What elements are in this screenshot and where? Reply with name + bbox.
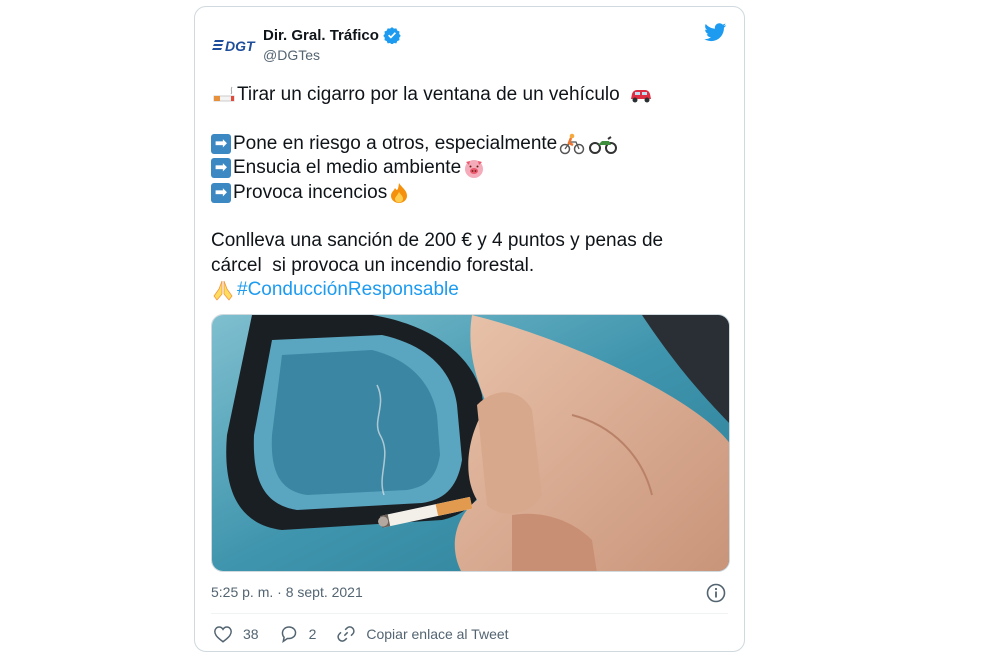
tweet-line-5-text: Conlleva una sanción de 200 € y 4 puntos…: [211, 230, 664, 251]
tweet-text: Tirar un cigarro por la ventana de un ve…: [211, 83, 731, 303]
tweet-line-3-text: Ensucia el medio ambiente: [233, 157, 462, 178]
copy-link-label: Copiar enlace al Tweet: [366, 626, 509, 642]
action-divider: [211, 613, 728, 614]
tweet-line-4: ➡ Provoca incencios: [211, 181, 731, 206]
arrow-right-icon: ➡: [211, 182, 231, 203]
tweet-line-6: cárcel si provoca un incendio forestal.: [211, 254, 731, 279]
author-handle[interactable]: @DGTes: [263, 47, 320, 63]
author-avatar[interactable]: DGT: [211, 21, 257, 67]
tweet-line-6-text: cárcel si provoca un incendio forestal.: [211, 254, 535, 276]
arrow-right-icon: ➡: [211, 158, 231, 179]
reply-icon: [281, 626, 296, 643]
car-icon: [630, 90, 651, 103]
tweet-line-1: Tirar un cigarro por la ventana de un ve…: [211, 83, 731, 108]
twitter-bird-link[interactable]: [703, 21, 728, 48]
dgt-logo-text: DGT: [225, 38, 256, 54]
copy-link-button[interactable]: Copiar enlace al Tweet: [336, 624, 509, 644]
author-name[interactable]: Dir. Gral. Tráfico: [263, 27, 379, 44]
dgt-logo-icon: DGT: [212, 38, 256, 54]
reply-button[interactable]: 2: [279, 625, 317, 643]
tweet-line-1-text: Tirar un cigarro por la ventana de un ve…: [237, 84, 620, 105]
tweet-line-3: ➡ Ensucia el medio ambiente: [211, 156, 731, 181]
info-icon: [706, 583, 726, 603]
tweet-line-5: Conlleva una sanción de 200 € y 4 puntos…: [211, 229, 731, 254]
tweet-media-image[interactable]: [211, 314, 730, 572]
tweet-card: DGT Dir. Gral. Tráfico @DGTes Tirar un c…: [194, 6, 745, 652]
tweet-timestamp[interactable]: 5:25 p. m. · 8 sept. 2021: [211, 584, 363, 600]
verified-badge-icon: [383, 27, 401, 44]
cigarette-icon: [213, 86, 235, 102]
link-icon: [337, 626, 356, 642]
hashtag-link[interactable]: #ConducciónResponsable: [237, 278, 459, 303]
folded-hands-icon: [213, 281, 233, 301]
cyclist-icon: [560, 133, 585, 154]
fire-icon: [391, 182, 408, 203]
tweet-line-4-text: Provoca incencios: [233, 181, 388, 203]
like-count: 38: [243, 626, 259, 642]
tweet-line-2-text: Pone en riesgo a otros, especialmente: [233, 132, 558, 154]
author-name-row[interactable]: Dir. Gral. Tráfico: [263, 26, 401, 44]
twitter-bird-icon: [704, 23, 727, 42]
like-button[interactable]: 38: [213, 625, 259, 643]
tweet-line-2: ➡ Pone en riesgo a otros, especialmente: [211, 132, 731, 157]
arrow-right-icon: ➡: [211, 133, 231, 154]
motorcycle-icon: [589, 135, 618, 154]
tweet-actions: 38 2 Copiar enlace al Tweet: [213, 624, 529, 644]
info-button[interactable]: [706, 583, 726, 608]
reply-count: 2: [308, 626, 317, 642]
pig-face-icon: [465, 160, 484, 179]
heart-icon: [214, 626, 232, 643]
cigarette-photo: [212, 315, 729, 571]
tweet-line-7: #ConducciónResponsable: [211, 278, 731, 303]
